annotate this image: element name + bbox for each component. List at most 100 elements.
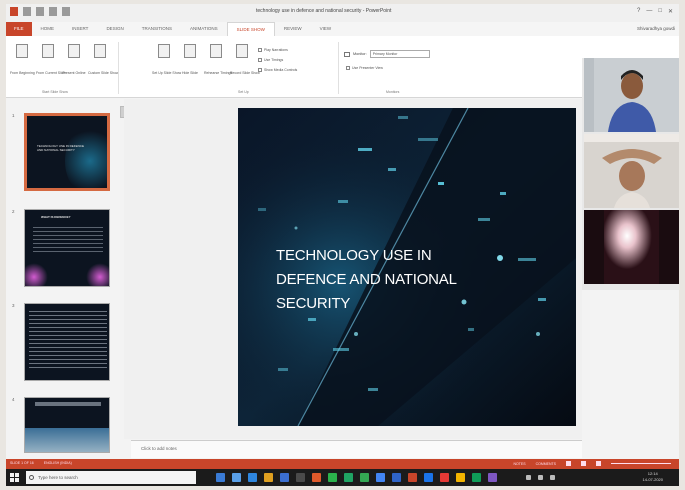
start-from-beginning-icon[interactable] [62, 7, 70, 16]
thumbnail-text-block [33, 224, 103, 252]
custom-slide-show-button[interactable]: Custom Slide Show [88, 44, 119, 79]
monitor-selector[interactable]: Monitor: Primary Monitor [344, 50, 430, 58]
app-icon[interactable] [296, 473, 305, 482]
from-current-slide-button[interactable]: From Current Slide [36, 44, 66, 79]
network-icon[interactable] [538, 475, 543, 480]
help-button[interactable]: ? [637, 8, 640, 15]
current-slide[interactable]: TECHNOLOGY USE IN DEFENCE AND NATIONAL S… [238, 108, 576, 426]
app-icon[interactable] [328, 473, 337, 482]
windows-start-icon[interactable] [10, 473, 19, 482]
notification-icon[interactable] [526, 475, 531, 480]
task-view-icon[interactable] [216, 473, 225, 482]
presenter-view-checkbox[interactable]: Use Presenter View [346, 66, 383, 70]
quick-access-toolbar [10, 7, 70, 16]
from-beginning-button[interactable]: From Beginning [10, 44, 35, 79]
slideshow-icon [16, 44, 28, 58]
tab-design[interactable]: DESIGN [97, 22, 132, 36]
participant-video-2[interactable] [584, 134, 679, 208]
zoom-app-icon[interactable] [424, 473, 433, 482]
undo-icon[interactable] [36, 7, 44, 16]
slide-number: 4 [12, 397, 15, 402]
powerpoint-taskbar-icon[interactable] [408, 473, 417, 482]
use-timings-checkbox[interactable]: Use Timings [258, 58, 283, 62]
windows-taskbar: Type here to search 12:14 14-07-2020 [6, 469, 679, 486]
normal-view-icon[interactable] [566, 461, 571, 466]
taskbar-search-box[interactable]: Type here to search [26, 471, 196, 484]
app-icon[interactable] [456, 473, 465, 482]
hide-slide-button[interactable]: Hide Slide [178, 44, 202, 79]
hide-slide-icon [184, 44, 196, 58]
zoom-slider[interactable] [611, 463, 671, 464]
maximize-button[interactable]: □ [658, 8, 662, 15]
set-up-slide-show-button[interactable]: Set Up Slide Show [152, 44, 181, 79]
notes-toggle[interactable]: NOTES [514, 462, 526, 466]
word-icon[interactable] [392, 473, 401, 482]
slide-thumbnail-2[interactable]: WHAT IS DEFENCE? [24, 209, 110, 287]
status-bar: SLIDE 1 OF 16 ENGLISH (INDIA) NOTES COMM… [6, 459, 679, 469]
minimize-button[interactable]: — [646, 8, 652, 15]
tab-home[interactable]: HOME [32, 22, 64, 36]
redo-icon[interactable] [49, 7, 57, 16]
app-icon[interactable] [344, 473, 353, 482]
comments-toggle[interactable]: COMMENTS [536, 462, 556, 466]
slideshow-icon [42, 44, 54, 58]
present-online-button[interactable]: Present Online [62, 44, 86, 79]
tab-insert[interactable]: INSERT [63, 22, 97, 36]
tab-file[interactable]: FILE [6, 22, 32, 36]
ribbon-divider [338, 42, 339, 94]
slide-counter: SLIDE 1 OF 16 [10, 461, 34, 465]
ribbon-tabs: FILE HOME INSERT DESIGN TRANSITIONS ANIM… [6, 22, 679, 36]
tab-view[interactable]: VIEW [311, 22, 341, 36]
tab-transitions[interactable]: TRANSITIONS [133, 22, 181, 36]
store-icon[interactable] [248, 473, 257, 482]
app-icon[interactable] [488, 473, 497, 482]
participant-3-image [584, 210, 679, 284]
slide-thumbnail-4[interactable] [24, 397, 110, 453]
participant-video-1[interactable] [584, 58, 679, 132]
file-explorer-icon[interactable] [264, 473, 273, 482]
app-icon[interactable] [360, 473, 369, 482]
participant-video-3[interactable] [584, 210, 679, 284]
taskbar-clock[interactable]: 12:14 14-07-2020 [643, 471, 663, 483]
window-title: technology use in defence and national s… [256, 8, 392, 14]
play-narrations-checkbox[interactable]: Play Narrations [258, 48, 288, 52]
thumbnail-text-block [29, 308, 107, 370]
slide-sorter-icon[interactable] [581, 461, 586, 466]
close-button[interactable]: ✕ [668, 8, 673, 15]
participant-1-image [584, 58, 679, 132]
slide-thumbnail-pane: 1 TECHNOLOGY USE IN DEFENCE AND NATIONAL… [6, 99, 124, 459]
search-icon [29, 475, 34, 480]
app-icon[interactable] [312, 473, 321, 482]
powerpoint-icon [10, 7, 18, 16]
monitor-select[interactable]: Primary Monitor [369, 50, 430, 58]
notes-placeholder: Click to add notes [141, 446, 177, 451]
window-controls: ? — □ ✕ [637, 8, 673, 15]
tab-animations[interactable]: ANIMATIONS [181, 22, 227, 36]
reading-view-icon[interactable] [596, 461, 601, 466]
app-icon[interactable] [472, 473, 481, 482]
thumbnail-decoration [65, 126, 107, 188]
custom-show-icon [94, 44, 106, 58]
save-icon[interactable] [23, 7, 31, 16]
slide-title[interactable]: TECHNOLOGY USE IN DEFENCE AND NATIONAL S… [276, 244, 516, 316]
setup-icon [158, 44, 170, 58]
record-slide-show-button[interactable]: Record Slide Show [230, 44, 260, 79]
thumbnail-decoration [25, 262, 49, 286]
user-name[interactable]: Shivaradhya gowdi [637, 26, 675, 31]
slide-thumbnail-1[interactable]: TECHNOLOGY USE IN DEFENCE AND NATIONAL S… [24, 113, 110, 191]
language-indicator[interactable]: ENGLISH (INDIA) [44, 461, 72, 465]
tab-review[interactable]: REVIEW [275, 22, 311, 36]
checkbox-icon [346, 66, 350, 70]
edge-icon[interactable] [232, 473, 241, 482]
show-media-controls-checkbox[interactable]: Show Media Controls [258, 68, 297, 72]
timer-icon [210, 44, 222, 58]
slide-thumbnail-3[interactable] [24, 303, 110, 381]
volume-icon[interactable] [550, 475, 555, 480]
slide-number: 2 [12, 209, 15, 214]
app-icon[interactable] [440, 473, 449, 482]
notes-pane[interactable]: Click to add notes [131, 440, 582, 458]
app-icon[interactable] [280, 473, 289, 482]
chrome-icon[interactable] [376, 473, 385, 482]
rehearse-timings-button[interactable]: Rehearse Timings [204, 44, 232, 79]
tab-slide-show[interactable]: SLIDE SHOW [226, 22, 275, 36]
